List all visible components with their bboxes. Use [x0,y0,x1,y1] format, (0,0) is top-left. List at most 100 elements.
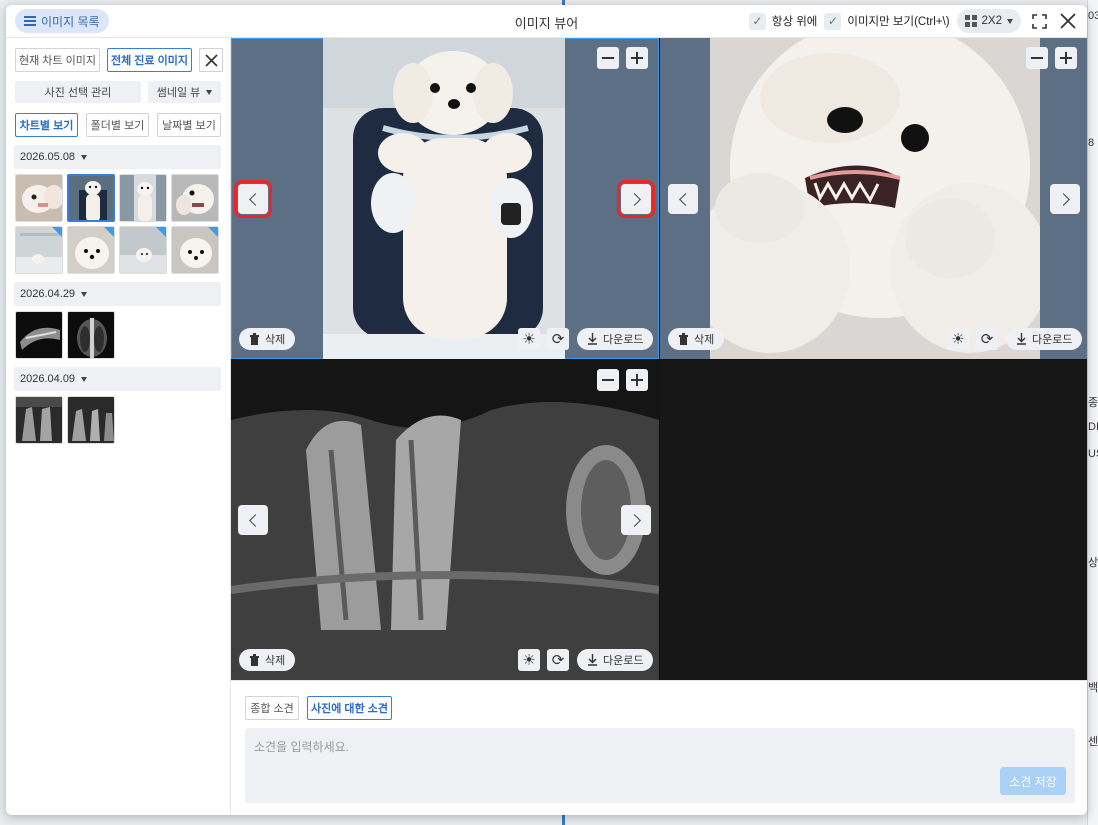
tab-overall-findings[interactable]: 종합 소견 [245,696,299,720]
background-text: 상 [1088,557,1098,569]
sidebar-close-button[interactable] [199,48,223,72]
image-thumbnail[interactable] [67,311,115,359]
view-by-folder-button[interactable]: 폴더별 보기 [86,113,149,137]
thumbnail-dental-xray [16,397,62,443]
flag-icon [156,227,166,237]
background-text: US [1088,448,1098,460]
view-by-date-button[interactable]: 날짜별 보기 [157,113,221,137]
next-image-button[interactable] [1050,184,1080,214]
check-icon: ✓ [824,12,842,30]
tab-photo-findings[interactable]: 사진에 대한 소견 [307,696,392,720]
rotate-button[interactable]: ⟳ [547,328,569,350]
thumbnail-dog-standing [120,175,166,221]
chevron-left-icon [248,513,262,527]
image-thumbnail[interactable] [67,396,115,444]
image-only-checkbox[interactable]: ✓ 이미지만 보기(Ctrl+\) [824,12,950,30]
grid-icon [964,15,977,27]
download-button[interactable]: 다운로드 [1006,328,1083,350]
download-icon [1017,333,1026,345]
thumbnail-dental-xray [68,397,114,443]
chevron-left-icon [678,192,692,206]
next-image-button[interactable] [617,180,655,218]
all-treatment-images-button[interactable]: 전체 진료 이미지 [107,48,192,72]
brightness-button[interactable]: ☀ [518,328,540,350]
image-thumbnail[interactable] [67,226,115,274]
always-on-top-label: 항상 위에 [771,16,818,28]
header-controls: ✓ 항상 위에 ✓ 이미지만 보기(Ctrl+\) 2X2 [748,9,1079,33]
date-group-label: 2026.04.29 [20,288,76,300]
image-thumbnail-selected[interactable] [67,174,115,222]
background-text: 8 [1088,137,1095,149]
image-thumbnail[interactable] [119,226,167,274]
sun-icon: ☀ [951,330,965,348]
image-thumbnail[interactable] [171,174,219,222]
findings-textarea[interactable] [245,728,1075,803]
image-only-label: 이미지만 보기(Ctrl+\) [847,16,950,28]
chevron-down-icon [206,89,213,95]
image-thumbnail[interactable] [171,226,219,274]
image-list-button[interactable]: 이미지 목록 [15,9,109,33]
viewer-pane-3[interactable]: 삭제 ☀ ⟳ 다운로드 [231,360,659,680]
minus-icon [602,57,614,59]
refresh-icon: ⟳ [551,651,565,669]
delete-button[interactable]: 삭제 [668,328,725,350]
image-thumbnail[interactable] [15,311,63,359]
image-thumbnail[interactable] [15,396,63,444]
minus-icon [602,379,614,381]
current-chart-images-button[interactable]: 현재 차트 이미지 [15,48,100,72]
date-group-label: 2026.04.09 [20,373,76,385]
image-thumbnail[interactable] [15,174,63,222]
close-button[interactable] [1057,10,1079,32]
viewer-pane-4-empty[interactable] [660,360,1087,680]
download-button[interactable]: 다운로드 [577,649,654,671]
thumbnail-xray-chest [68,312,114,358]
image-list-label: 이미지 목록 [41,14,100,29]
previous-image-button[interactable] [234,180,272,218]
zoom-in-button[interactable] [626,369,648,391]
date-group-header[interactable]: 2026.04.09 [14,367,221,391]
image-thumbnail[interactable] [119,174,167,222]
zoom-out-button[interactable] [1026,47,1048,69]
save-findings-button[interactable]: 소견 저장 [1000,767,1066,795]
delete-label: 삭제 [694,334,715,346]
grid-layout-value: 2X2 [981,15,1002,27]
zoom-out-button[interactable] [597,47,619,69]
chevron-down-icon [81,154,88,160]
delete-button[interactable]: 삭제 [239,328,296,350]
viewer-pane-1[interactable]: 삭제 ☀ ⟳ 다운로드 [231,38,659,359]
rotate-button[interactable]: ⟳ [547,649,569,671]
image-thumbnail[interactable] [15,226,63,274]
refresh-icon: ⟳ [551,330,565,348]
view-by-chart-button[interactable]: 차트별 보기 [15,113,78,137]
close-icon [204,53,218,67]
date-group-header[interactable]: 2026.05.08 [14,145,221,169]
date-group-header[interactable]: 2026.04.29 [14,282,221,306]
zoom-in-button[interactable] [626,47,648,69]
background-text: DI [1088,421,1098,433]
photo-select-manage-button[interactable]: 사진 선택 관리 [15,81,141,103]
always-on-top-checkbox[interactable]: ✓ 항상 위에 [748,12,818,30]
chevron-right-icon [627,192,641,206]
zoom-out-button[interactable] [597,369,619,391]
brightness-button[interactable]: ☀ [518,649,540,671]
date-group-label: 2026.05.08 [20,151,76,163]
download-icon [588,333,597,345]
fullscreen-icon [1031,13,1047,29]
download-button[interactable]: 다운로드 [577,328,654,350]
brightness-button[interactable]: ☀ [947,328,969,350]
previous-image-button[interactable] [238,505,268,535]
fullscreen-button[interactable] [1028,10,1050,32]
download-icon [588,654,597,666]
list-icon [24,16,36,26]
thumbnail-view-select[interactable]: 썸네일 뷰 [148,81,221,103]
findings-panel: 종합 소견 사진에 대한 소견 소견 저장 [231,680,1087,815]
grid-layout-select[interactable]: 2X2 [956,9,1021,33]
viewer-pane-2[interactable]: 삭제 ☀ ⟳ 다운로드 [660,38,1087,359]
zoom-in-button[interactable] [1055,47,1077,69]
check-icon: ✓ [748,12,766,30]
trash-icon [250,333,259,345]
delete-button[interactable]: 삭제 [239,649,296,671]
next-image-button[interactable] [621,505,651,535]
previous-image-button[interactable] [668,184,698,214]
rotate-button[interactable]: ⟳ [976,328,998,350]
